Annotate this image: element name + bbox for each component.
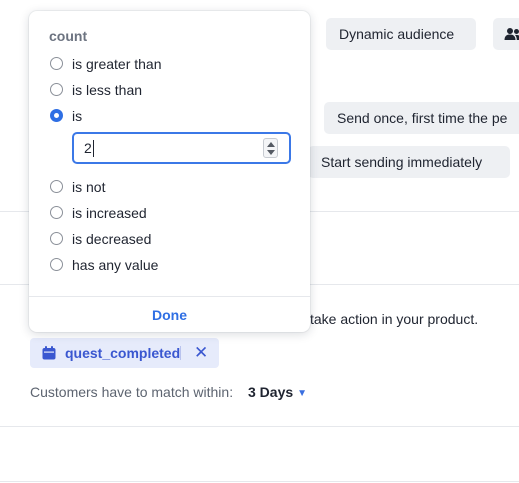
option-label: is (72, 108, 83, 124)
condition-popover: count is greater than is less than is 2 … (29, 11, 310, 332)
text-cursor (93, 140, 94, 157)
calendar-icon (42, 346, 56, 360)
people-icon (504, 28, 519, 40)
radio-button-selected[interactable] (50, 109, 63, 122)
section-divider (0, 426, 519, 427)
done-button[interactable]: Done (29, 307, 310, 323)
match-within-dropdown[interactable]: 3 Days ▼ (248, 384, 307, 400)
match-within-value: 3 Days (248, 384, 294, 400)
option-is-greater-than[interactable]: is greater than (49, 54, 289, 74)
option-is-less-than[interactable]: is less than (49, 80, 289, 100)
event-name: quest_completed (65, 345, 181, 361)
option-label: is less than (72, 82, 143, 98)
start-sending-button[interactable]: Start sending immediately (308, 146, 510, 178)
trigger-description: take action in your product. (310, 311, 479, 327)
event-tag[interactable]: quest_completed ✕ (30, 338, 219, 368)
start-sending-label: Start sending immediately (321, 154, 483, 170)
stepper-down-icon[interactable] (267, 150, 275, 155)
option-label: is decreased (72, 231, 152, 247)
option-is-increased[interactable]: is increased (49, 203, 289, 223)
radio-button[interactable] (50, 258, 63, 271)
section-divider (0, 481, 519, 482)
option-label: is not (72, 179, 106, 195)
option-label: is increased (72, 205, 147, 221)
option-is-not[interactable]: is not (49, 177, 289, 197)
match-within-label: Customers have to match within: (30, 384, 234, 400)
dynamic-audience-button[interactable]: Dynamic audience (326, 18, 476, 50)
option-is[interactable]: is (49, 106, 289, 126)
radio-button[interactable] (50, 180, 63, 193)
radio-button[interactable] (50, 57, 63, 70)
stepper-up-icon[interactable] (267, 142, 275, 147)
option-is-decreased[interactable]: is decreased (49, 229, 289, 249)
send-frequency-label: Send once, first time the pe (337, 110, 508, 126)
remove-event-icon[interactable]: ✕ (194, 343, 208, 363)
count-value: 2 (84, 140, 92, 156)
dropdown-triangle-icon: ▼ (297, 388, 308, 399)
popover-divider (29, 296, 310, 297)
radio-button[interactable] (50, 83, 63, 96)
radio-button[interactable] (50, 206, 63, 219)
send-frequency-button[interactable]: Send once, first time the pe (324, 102, 519, 134)
option-label: is greater than (72, 56, 162, 72)
option-label: has any value (72, 257, 159, 273)
popover-heading: count (49, 28, 88, 44)
dynamic-audience-label: Dynamic audience (339, 26, 455, 42)
radio-button[interactable] (50, 232, 63, 245)
count-value-input[interactable]: 2 (72, 132, 291, 164)
people-button[interactable] (493, 18, 519, 50)
text-caret (180, 346, 181, 360)
option-has-any-value[interactable]: has any value (49, 255, 289, 275)
number-stepper[interactable] (263, 138, 278, 158)
